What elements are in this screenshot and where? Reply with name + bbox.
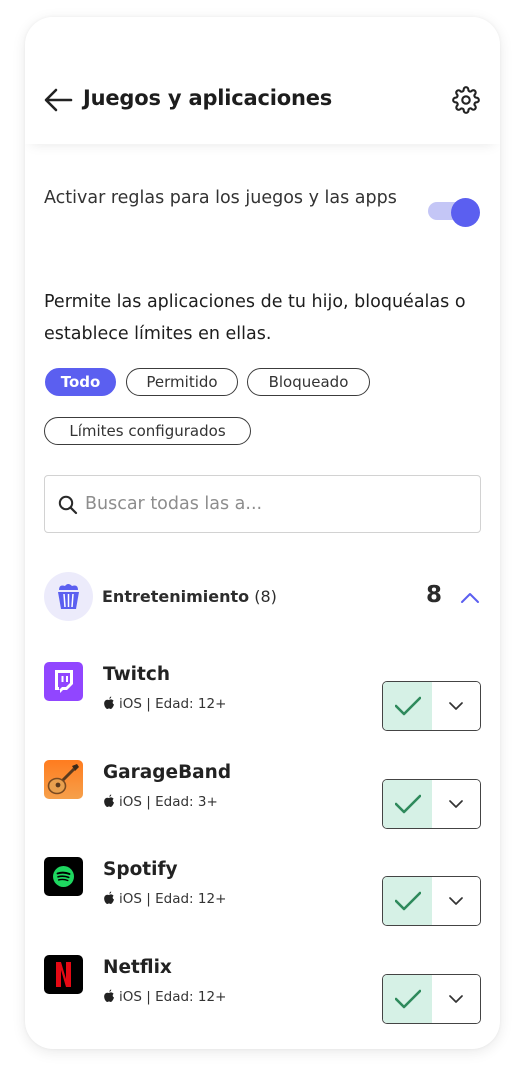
meta-separator: |	[146, 696, 151, 712]
filter-chip-blocked[interactable]: Bloqueado	[247, 368, 370, 396]
app-screen: Juegos y aplicaciones Activar reglas par…	[25, 17, 500, 1049]
category-name: Entretenimiento	[102, 587, 250, 606]
app-meta: iOS | Edad: 3+	[103, 794, 218, 810]
app-platform: iOS	[119, 989, 142, 1005]
search-box[interactable]	[44, 475, 481, 533]
apple-icon	[104, 989, 114, 1002]
app-age: Edad: 12+	[155, 989, 227, 1005]
toggle-knob	[451, 198, 480, 227]
category-count: 8	[426, 582, 443, 608]
app-age: Edad: 3+	[155, 794, 218, 810]
meta-separator: |	[146, 891, 151, 907]
check-icon	[395, 989, 421, 1009]
spotify-icon	[44, 857, 83, 896]
app-row-twitch: Twitch iOS | Edad: 12+	[44, 662, 484, 731]
app-age: Edad: 12+	[155, 891, 227, 907]
app-action-control	[382, 974, 481, 1024]
app-platform: iOS	[119, 696, 142, 712]
status-dropdown-button[interactable]	[432, 682, 480, 730]
apple-icon	[104, 891, 114, 904]
filter-chip-all[interactable]: Todo	[45, 368, 116, 396]
app-row-netflix: Netflix iOS | Edad: 12+	[44, 955, 484, 1024]
header-bar: Juegos y aplicaciones	[25, 17, 500, 144]
app-meta: iOS | Edad: 12+	[103, 891, 226, 907]
status-dropdown-button[interactable]	[432, 877, 480, 925]
chevron-down-icon	[449, 800, 463, 808]
app-name: Spotify	[103, 859, 178, 880]
chevron-down-icon	[449, 995, 463, 1003]
allow-button[interactable]	[383, 682, 432, 730]
app-platform: iOS	[119, 794, 142, 810]
filter-chip-allowed[interactable]: Permitido	[126, 368, 238, 396]
twitch-icon	[44, 662, 83, 701]
chevron-down-icon	[449, 897, 463, 905]
app-action-control	[382, 876, 481, 926]
allow-button[interactable]	[383, 877, 432, 925]
search-input[interactable]	[85, 486, 470, 522]
popcorn-icon	[44, 572, 93, 621]
rules-toggle[interactable]	[428, 198, 483, 227]
filter-chip-limits[interactable]: Límites configurados	[44, 417, 251, 445]
app-meta: iOS | Edad: 12+	[103, 696, 226, 712]
netflix-icon	[44, 955, 83, 994]
app-name: GarageBand	[103, 762, 232, 783]
app-meta: iOS | Edad: 12+	[103, 989, 226, 1005]
category-label: Entretenimiento (8)	[102, 587, 277, 606]
check-icon	[395, 891, 421, 911]
category-header[interactable]: Entretenimiento (8) 8	[44, 572, 484, 622]
meta-separator: |	[146, 794, 151, 810]
app-action-control	[382, 779, 481, 829]
allow-button[interactable]	[383, 975, 432, 1023]
meta-separator: |	[146, 989, 151, 1005]
app-name: Netflix	[103, 957, 172, 978]
gear-icon[interactable]	[452, 86, 480, 114]
check-icon	[395, 696, 421, 716]
app-name: Twitch	[103, 664, 170, 685]
app-age: Edad: 12+	[155, 696, 227, 712]
search-icon	[57, 494, 79, 516]
apple-icon	[104, 696, 114, 709]
allow-button[interactable]	[383, 780, 432, 828]
check-icon	[395, 794, 421, 814]
app-action-control	[382, 681, 481, 731]
arrow-left-icon[interactable]	[43, 87, 73, 113]
status-dropdown-button[interactable]	[432, 975, 480, 1023]
chevron-down-icon	[449, 702, 463, 710]
app-platform: iOS	[119, 891, 142, 907]
app-row-spotify: Spotify iOS | Edad: 12+	[44, 857, 484, 926]
app-row-garageband: GarageBand iOS | Edad: 3+	[44, 760, 484, 829]
status-dropdown-button[interactable]	[432, 780, 480, 828]
apple-icon	[104, 794, 114, 807]
page-title: Juegos y aplicaciones	[83, 86, 333, 110]
rules-toggle-label: Activar reglas para los juegos y las app…	[44, 188, 397, 208]
category-count-label: (8)	[254, 587, 277, 606]
chevron-up-icon[interactable]	[458, 586, 482, 610]
garageband-icon	[44, 760, 83, 799]
rules-description: Permite las aplicaciones de tu hijo, blo…	[44, 292, 466, 344]
